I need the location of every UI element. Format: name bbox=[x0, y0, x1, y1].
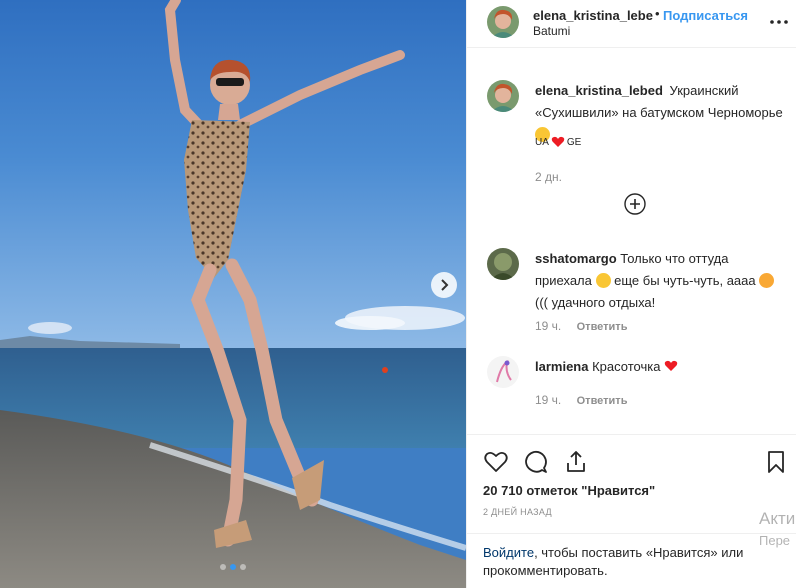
comment-text: sshatomargo Только что оттуда приехала е… bbox=[535, 248, 783, 314]
commenter-avatar[interactable] bbox=[487, 356, 519, 388]
flag-ge-label: GE bbox=[566, 136, 582, 148]
beach-photo bbox=[0, 0, 466, 588]
frown-emoji-icon bbox=[595, 273, 611, 288]
windows-activation-watermark: Акти Пере bbox=[759, 508, 795, 552]
plus-circle-icon bbox=[624, 193, 646, 215]
comment-text: larmiena Красоточка bbox=[535, 356, 783, 378]
comment-body: Красоточка bbox=[592, 359, 661, 374]
watermark-line2: Пере bbox=[759, 533, 791, 548]
carousel-indicator bbox=[0, 564, 466, 570]
share-icon bbox=[567, 451, 585, 472]
reply-button[interactable]: Ответить bbox=[577, 321, 628, 333]
like-button[interactable] bbox=[483, 449, 509, 475]
red-heart-icon bbox=[551, 136, 565, 147]
commenter-avatar[interactable] bbox=[487, 248, 519, 280]
carousel-dot bbox=[240, 564, 246, 570]
confounded-emoji-icon bbox=[759, 273, 775, 288]
comment-body-part3: ((( удачного отдыха! bbox=[535, 295, 656, 310]
likes-count[interactable]: 20 710 отметок "Нравится" bbox=[483, 483, 655, 498]
next-photo-button[interactable] bbox=[431, 272, 457, 298]
comment-icon bbox=[525, 450, 547, 473]
more-horizontal-icon bbox=[770, 20, 788, 24]
post-location[interactable]: Batumi bbox=[533, 24, 570, 38]
caption-avatar[interactable] bbox=[487, 80, 519, 112]
comment-time[interactable]: 19 ч. bbox=[535, 393, 561, 407]
save-button[interactable] bbox=[763, 449, 789, 475]
author-username[interactable]: elena_kristina_lebe bbox=[533, 8, 653, 23]
caption-time[interactable]: 2 дн. bbox=[535, 170, 562, 184]
heart-outline-icon bbox=[484, 451, 508, 472]
reply-button[interactable]: Ответить bbox=[577, 395, 628, 407]
bookmark-icon bbox=[768, 451, 784, 473]
chevron-right-icon bbox=[441, 279, 449, 291]
author-avatar[interactable] bbox=[487, 6, 519, 38]
share-button[interactable] bbox=[563, 449, 589, 475]
login-link[interactable]: Войдите bbox=[483, 545, 534, 560]
post-actions: 20 710 отметок "Нравится" 2 ДНЕЙ НАЗАД В… bbox=[467, 434, 796, 578]
watermark-line1: Акти bbox=[759, 509, 796, 528]
flag-ua-label: UA bbox=[535, 136, 549, 148]
header-separator: • bbox=[655, 6, 660, 21]
load-more-comments-button[interactable] bbox=[624, 193, 646, 215]
red-heart-icon bbox=[664, 360, 678, 371]
caption-username[interactable]: elena_kristina_lebed bbox=[535, 83, 663, 98]
follow-button[interactable]: Подписаться bbox=[663, 8, 748, 23]
post-date[interactable]: 2 ДНЕЙ НАЗАД bbox=[483, 507, 552, 517]
post-header: elena_kristina_lebe • Подписаться Batumi bbox=[467, 0, 796, 48]
post-photo[interactable] bbox=[0, 0, 466, 588]
comment-button[interactable] bbox=[523, 449, 549, 475]
comment-body-part2: еще бы чуть-чуть, аааа bbox=[614, 273, 756, 288]
carousel-dot bbox=[220, 564, 226, 570]
comment-meta: 19 ч. Ответить bbox=[535, 393, 627, 407]
comment-username[interactable]: sshatomargo bbox=[535, 251, 617, 266]
post-side-panel: elena_kristina_lebe • Подписаться Batumi… bbox=[466, 0, 796, 588]
login-prompt: Войдите, чтобы поставить «Нравится» или … bbox=[467, 533, 796, 588]
carousel-dot-active bbox=[230, 564, 236, 570]
comment-username[interactable]: larmiena bbox=[535, 359, 588, 374]
caption-flags: UA GE bbox=[535, 136, 581, 148]
comment-time[interactable]: 19 ч. bbox=[535, 319, 561, 333]
comment-meta: 19 ч. Ответить bbox=[535, 319, 627, 333]
more-options-button[interactable] bbox=[767, 10, 791, 34]
